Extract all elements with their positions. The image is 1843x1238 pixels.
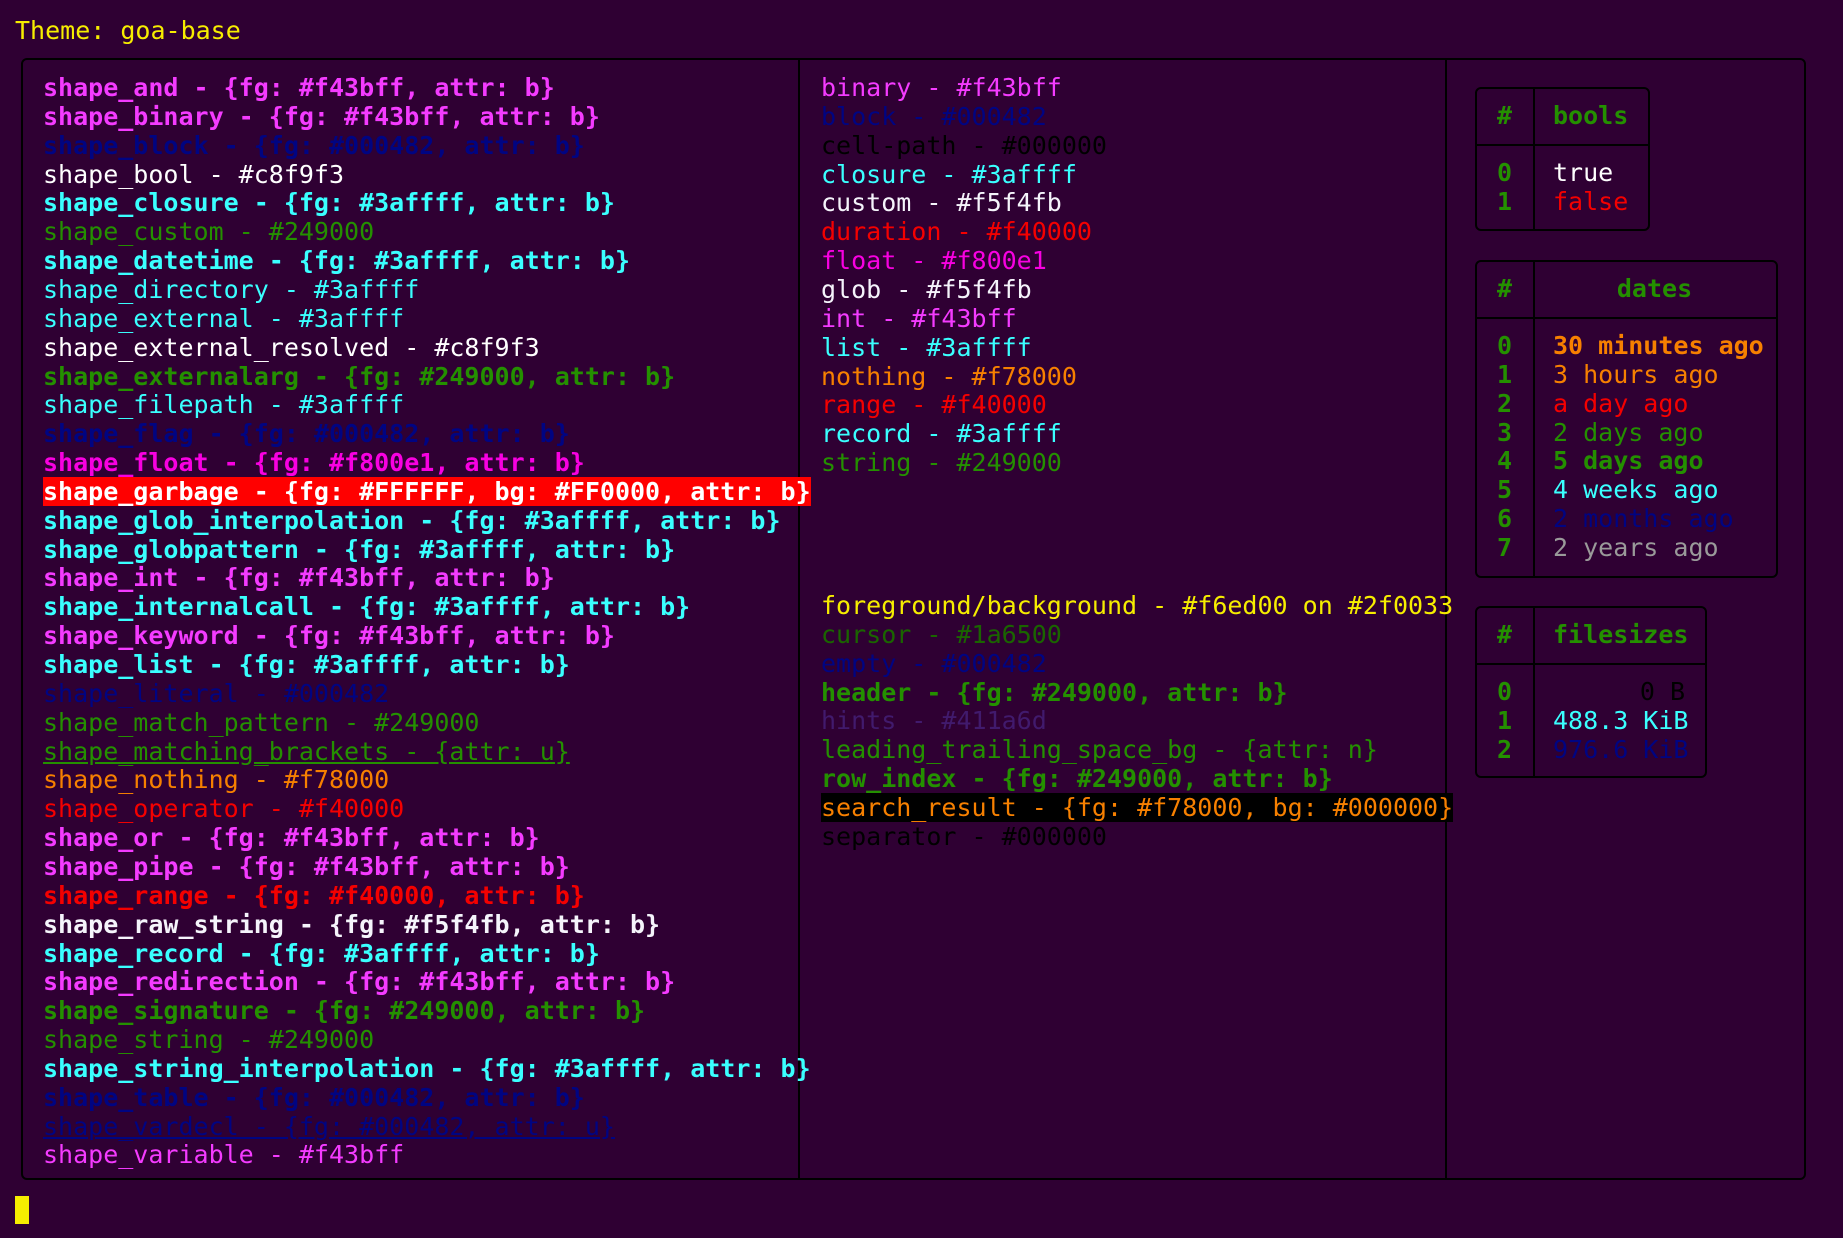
table-column-header: bools (1553, 101, 1629, 130)
table-cell: 3 hours ago (1553, 359, 1719, 389)
shape-style-line: shape_variable - #f43bff (43, 1140, 405, 1170)
ui-style-line: foreground/background - #f6ed00 on #2f00… (821, 591, 1454, 620)
type-style-line: list - #3affff (821, 332, 1032, 362)
row-index: 1 (1497, 359, 1513, 389)
dates-table: # dates 0 30 minutes ago 1 3 hours ago 2 a day … (1475, 260, 1778, 578)
shape-style-line: shape_custom - #249000 (43, 217, 375, 247)
shape-style-line: shape_closure - {fg: #3affff, attr: b} (43, 188, 615, 218)
ui-style-line: row_index - {fg: #249000, attr: b} (821, 764, 1333, 794)
type-style-line: binary - #f43bff (821, 73, 1062, 102)
row-index: 0 (1497, 158, 1513, 187)
ui-style-line: header - {fg: #249000, attr: b} (821, 677, 1288, 707)
shape-style-line: shape_externalarg - {fg: #249000, attr: … (43, 361, 676, 391)
table-cell: a day ago (1553, 388, 1689, 418)
filesizes-table: # filesizes 0 0 B 1 488.3 KiB 2 976.6 KiB (1475, 606, 1707, 778)
shape-style-line: shape_vardecl - {fg: #000482, attr: u} (43, 1111, 615, 1141)
shape-style-line: shape_filepath - #3affff (43, 390, 405, 420)
shape-style-line: shape_flag - {fg: #000482, attr: b} (43, 419, 570, 449)
row-index: 2 (1497, 388, 1513, 418)
table-column-header: filesizes (1553, 620, 1689, 649)
type-style-line: string - #249000 (821, 448, 1062, 478)
shape-style-line: shape_range - {fg: #f40000, attr: b} (43, 880, 585, 910)
shape-style-line: shape_string_interpolation - {fg: #3afff… (43, 1053, 811, 1083)
ui-style-line: empty - #000482 (821, 648, 1047, 678)
type-style-line: range - #f40000 (821, 390, 1047, 420)
shape-style-line: shape_garbage - {fg: #FFFFFF, bg: #FF000… (43, 476, 811, 506)
ui-style-line: search_result - {fg: #f78000, bg: #00000… (821, 792, 1454, 822)
terminal-cursor (15, 1196, 29, 1224)
shape-style-line: shape_signature - {fg: #249000, attr: b} (43, 996, 646, 1026)
shape-style-line: shape_table - {fg: #000482, attr: b} (43, 1082, 585, 1112)
shape-style-line: shape_external - #3affff (43, 303, 405, 333)
shape-style-line: shape_or - {fg: #f43bff, attr: b} (43, 823, 540, 853)
shape-style-line: shape_datetime - {fg: #3affff, attr: b} (43, 246, 630, 276)
shape-style-line: shape_external_resolved - #c8f9f3 (43, 332, 540, 362)
type-style-line: int - #f43bff (821, 303, 1017, 333)
ui-style-line: separator - #000000 (821, 821, 1107, 851)
row-index: 0 (1497, 677, 1513, 706)
row-index: 6 (1497, 504, 1513, 534)
shape-style-line: shape_block - {fg: #000482, attr: b} (43, 130, 585, 160)
table-index-header: # (1497, 620, 1513, 649)
type-style-line: custom - #f5f4fb (821, 188, 1062, 218)
type-style-line: record - #3affff (821, 419, 1062, 449)
shape-style-line: shape_directory - #3affff (43, 274, 420, 304)
type-style-line: nothing - #f78000 (821, 361, 1077, 391)
shape-style-line: shape_operator - #f40000 (43, 794, 405, 824)
shape-style-line: shape_float - {fg: #f800e1, attr: b} (43, 448, 585, 478)
row-index: 2 (1497, 734, 1513, 764)
shape-style-line: shape_list - {fg: #3affff, attr: b} (43, 650, 570, 679)
shape-style-line: shape_match_pattern - #249000 (43, 707, 480, 737)
ui-style-line: cursor - #1a6500 (821, 619, 1062, 649)
type-style-line: glob - #f5f4fb (821, 274, 1032, 304)
type-style-line: float - #f800e1 (821, 246, 1047, 276)
table-cell: 5 days ago (1553, 446, 1704, 476)
shape-style-line: shape_nothing - #f78000 (43, 765, 390, 795)
table-column-header: dates (1616, 274, 1693, 303)
ui-style-line: leading_trailing_space_bg - {attr: n} (821, 735, 1378, 765)
table-index-header: # (1497, 274, 1513, 303)
theme-title: Theme: goa-base (15, 16, 241, 45)
table-cell: 488.3 KiB (1553, 705, 1689, 735)
row-index: 5 (1497, 475, 1513, 505)
shape-style-line: shape_bool - #c8f9f3 (43, 159, 345, 189)
table-cell: 976.6 KiB (1553, 734, 1689, 764)
row-index: 7 (1497, 532, 1513, 562)
table-cell: 2 days ago (1553, 417, 1704, 447)
table-cell: 4 weeks ago (1553, 475, 1719, 505)
shape-style-line: shape_globpattern - {fg: #3affff, attr: … (43, 534, 676, 564)
bools-table: # bools 0 true 1 false (1475, 87, 1650, 231)
table-cell: 0 B (1639, 677, 1685, 706)
row-index: 1 (1497, 705, 1513, 735)
type-style-line: block - #000482 (821, 101, 1047, 131)
table-cell: 2 months ago (1553, 504, 1734, 534)
ui-style-line: hints - #411a6d (821, 706, 1047, 736)
shape-style-line: shape_raw_string - {fg: #f5f4fb, attr: b… (43, 909, 661, 939)
table-cell: true (1553, 158, 1614, 187)
row-index: 0 (1497, 331, 1513, 360)
shape-style-line: shape_binary - {fg: #f43bff, attr: b} (43, 101, 600, 131)
shape-style-line: shape_glob_interpolation - {fg: #3affff,… (43, 505, 781, 535)
type-style-line: closure - #3affff (821, 159, 1077, 189)
table-cell: 2 years ago (1553, 532, 1719, 562)
type-style-line: duration - #f40000 (821, 217, 1092, 247)
column-divider-left (798, 58, 800, 1180)
shape-style-line: shape_matching_brackets - {attr: u} (43, 736, 570, 766)
shape-style-line: shape_internalcall - {fg: #3affff, attr:… (43, 592, 691, 622)
row-index: 1 (1497, 186, 1513, 216)
shape-style-line: shape_int - {fg: #f43bff, attr: b} (43, 563, 555, 593)
row-index: 3 (1497, 417, 1513, 447)
shape-style-line: shape_and - {fg: #f43bff, attr: b} (43, 73, 555, 102)
table-cell: 30 minutes ago (1553, 331, 1764, 360)
row-index: 4 (1497, 446, 1513, 476)
table-index-header: # (1497, 101, 1513, 130)
shape-style-line: shape_pipe - {fg: #f43bff, attr: b} (43, 851, 570, 881)
shape-style-line: shape_redirection - {fg: #f43bff, attr: … (43, 967, 676, 997)
table-cell: false (1553, 186, 1629, 216)
shape-style-line: shape_literal - #000482 (43, 678, 390, 708)
shape-style-line: shape_string - #249000 (43, 1025, 375, 1055)
shape-style-line: shape_keyword - {fg: #f43bff, attr: b} (43, 621, 615, 651)
shape-style-line: shape_record - {fg: #3affff, attr: b} (43, 938, 600, 968)
type-style-line: cell-path - #000000 (821, 130, 1107, 160)
